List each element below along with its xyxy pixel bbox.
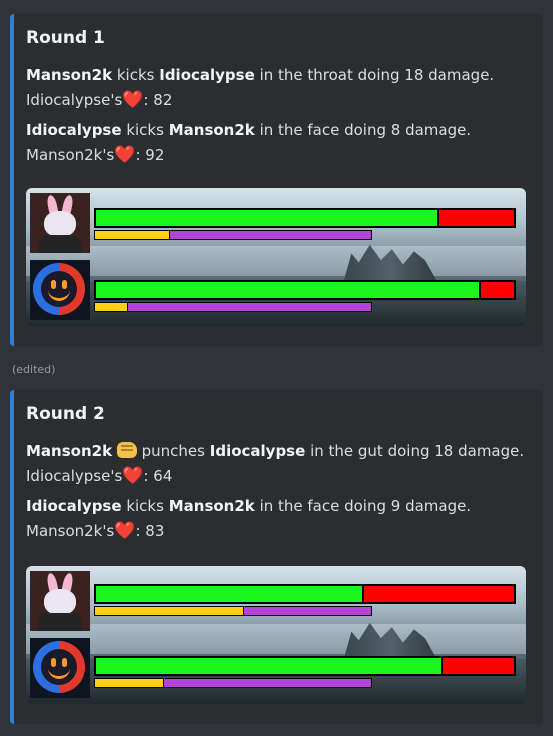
health-fill	[96, 210, 439, 226]
round-title: Round 2	[26, 404, 105, 424]
energy-bar	[94, 606, 372, 616]
target-name: Manson2k	[168, 497, 255, 515]
energy-bar	[94, 230, 372, 240]
health-value: : 64	[143, 467, 173, 485]
health-owner: Idiocalypse's	[26, 467, 123, 485]
heart-icon: ❤️	[122, 466, 144, 486]
round-1-embed: Round 1 Manson2k kicks Idiocalypse in th…	[10, 14, 543, 346]
attacker-name: Idiocalypse	[26, 121, 122, 139]
health-line: Manson2k's❤️: 83	[26, 521, 164, 541]
round-title: Round 1	[26, 28, 105, 48]
rabbit-avatar	[30, 193, 90, 253]
health-value: : 83	[135, 522, 165, 540]
health-line: Idiocalypse's❤️: 82	[26, 90, 172, 110]
attack-action: kicks	[126, 121, 164, 139]
attack-action: kicks	[126, 497, 164, 515]
target-name: Idiocalypse	[209, 442, 306, 460]
attacker-name: Manson2k	[26, 442, 113, 460]
health-fill	[96, 658, 443, 674]
energy-fill	[95, 607, 245, 615]
heart-icon: ❤️	[114, 521, 136, 541]
heart-icon: ❤️	[122, 90, 144, 110]
health-line: Idiocalypse's❤️: 64	[26, 466, 172, 486]
attack-detail: in the face doing 9 damage.	[259, 497, 472, 515]
attack-detail: in the gut doing 18 damage.	[310, 442, 525, 460]
attack-line: Manson2k punches Idiocalypse in the gut …	[26, 442, 524, 460]
battle-image[interactable]	[26, 566, 526, 704]
energy-bar	[94, 678, 372, 688]
health-owner: Manson2k's	[26, 146, 115, 164]
attack-detail: in the face doing 8 damage.	[259, 121, 472, 139]
target-name: Manson2k	[168, 121, 255, 139]
health-value: : 82	[143, 91, 173, 109]
health-bar	[94, 208, 516, 228]
fist-icon	[116, 442, 137, 458]
attack-line: Idiocalypse kicks Manson2k in the face d…	[26, 121, 471, 139]
attacker-name: Idiocalypse	[26, 497, 122, 515]
battle-image[interactable]	[26, 188, 526, 326]
round-2-embed: Round 2 Manson2k punches Idiocalypse in …	[10, 390, 543, 724]
smiley-avatar	[30, 260, 90, 320]
energy-fill	[95, 679, 164, 687]
smiley-avatar	[30, 638, 90, 698]
attacker-name: Manson2k	[26, 66, 113, 84]
health-bar	[94, 584, 516, 604]
rabbit-avatar	[30, 571, 90, 631]
attack-line: Idiocalypse kicks Manson2k in the face d…	[26, 497, 471, 515]
health-fill	[96, 282, 481, 298]
energy-bar	[94, 302, 372, 312]
attack-detail: in the throat doing 18 damage.	[259, 66, 495, 84]
target-name: Idiocalypse	[159, 66, 255, 84]
edited-label: (edited)	[12, 363, 56, 376]
attack-action: punches	[141, 442, 205, 460]
health-owner: Idiocalypse's	[26, 91, 123, 109]
health-value: : 92	[135, 146, 165, 164]
energy-fill	[95, 231, 170, 239]
attack-line: Manson2k kicks Idiocalypse in the throat…	[26, 66, 494, 84]
energy-fill	[95, 303, 129, 311]
heart-icon: ❤️	[114, 145, 136, 165]
attack-action: kicks	[116, 66, 155, 84]
health-bar	[94, 656, 516, 676]
health-owner: Manson2k's	[26, 522, 115, 540]
health-line: Manson2k's❤️: 92	[26, 145, 164, 165]
health-bar	[94, 280, 516, 300]
health-fill	[96, 586, 364, 602]
